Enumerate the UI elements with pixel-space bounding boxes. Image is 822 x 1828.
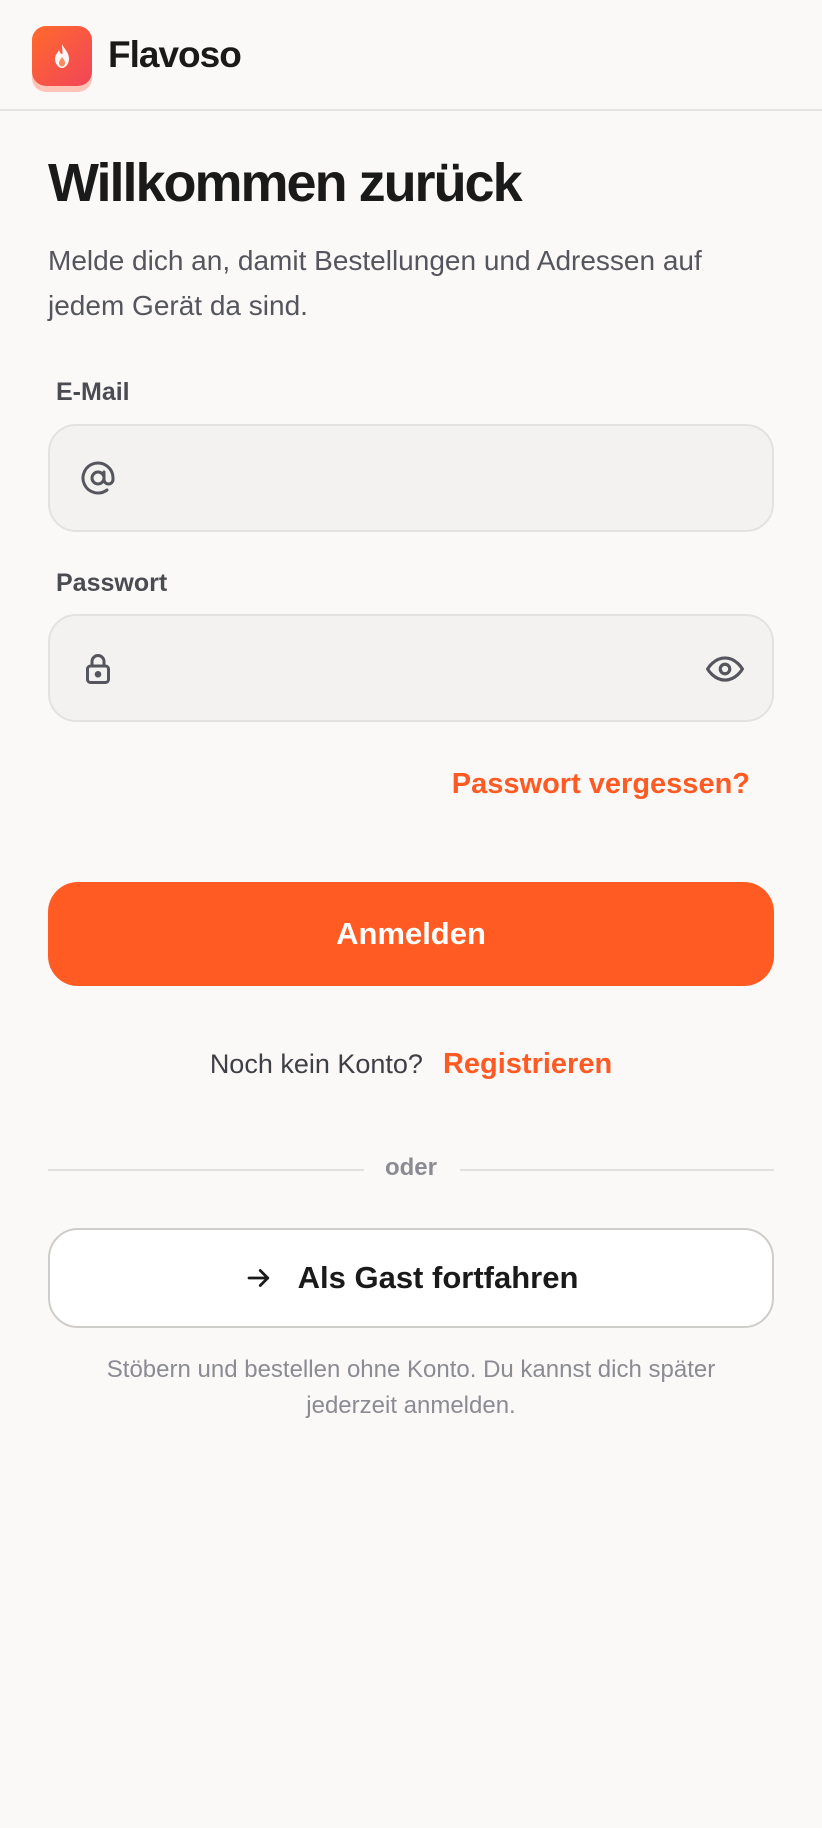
password-input[interactable] (130, 616, 690, 720)
divider-label: oder (384, 1154, 437, 1181)
brand-name: Flavoso (108, 34, 242, 75)
password-label: Passwort (56, 569, 168, 597)
password-field[interactable] (48, 614, 774, 722)
login-button[interactable]: Anmelden (48, 882, 774, 986)
guest-button-label: Als Gast fortfahren (297, 1260, 579, 1295)
signup-row: Noch kein Konto? Registrieren (0, 1048, 822, 1081)
arrow-right-icon (244, 1263, 274, 1293)
guest-hint: Stöbern und bestellen ohne Konto. Du kan… (106, 1356, 716, 1419)
page-subtitle: Melde dich an, damit Bestellungen und Ad… (48, 245, 702, 321)
email-field[interactable] (48, 424, 774, 532)
eye-icon[interactable] (706, 654, 744, 689)
register-link[interactable]: Registrieren (443, 1048, 612, 1080)
at-sign-icon (80, 460, 116, 501)
page-title: Willkommen zurück (48, 153, 523, 213)
lock-icon (80, 650, 116, 693)
flame-icon (32, 26, 92, 86)
email-label: E-Mail (56, 378, 130, 406)
forgot-password-link[interactable]: Passwort vergessen? (452, 768, 750, 801)
signup-prompt: Noch kein Konto? (209, 1049, 423, 1079)
guest-button[interactable]: Als Gast fortfahren (48, 1228, 774, 1328)
email-input[interactable] (130, 426, 690, 530)
app-header: Flavoso (0, 0, 822, 111)
